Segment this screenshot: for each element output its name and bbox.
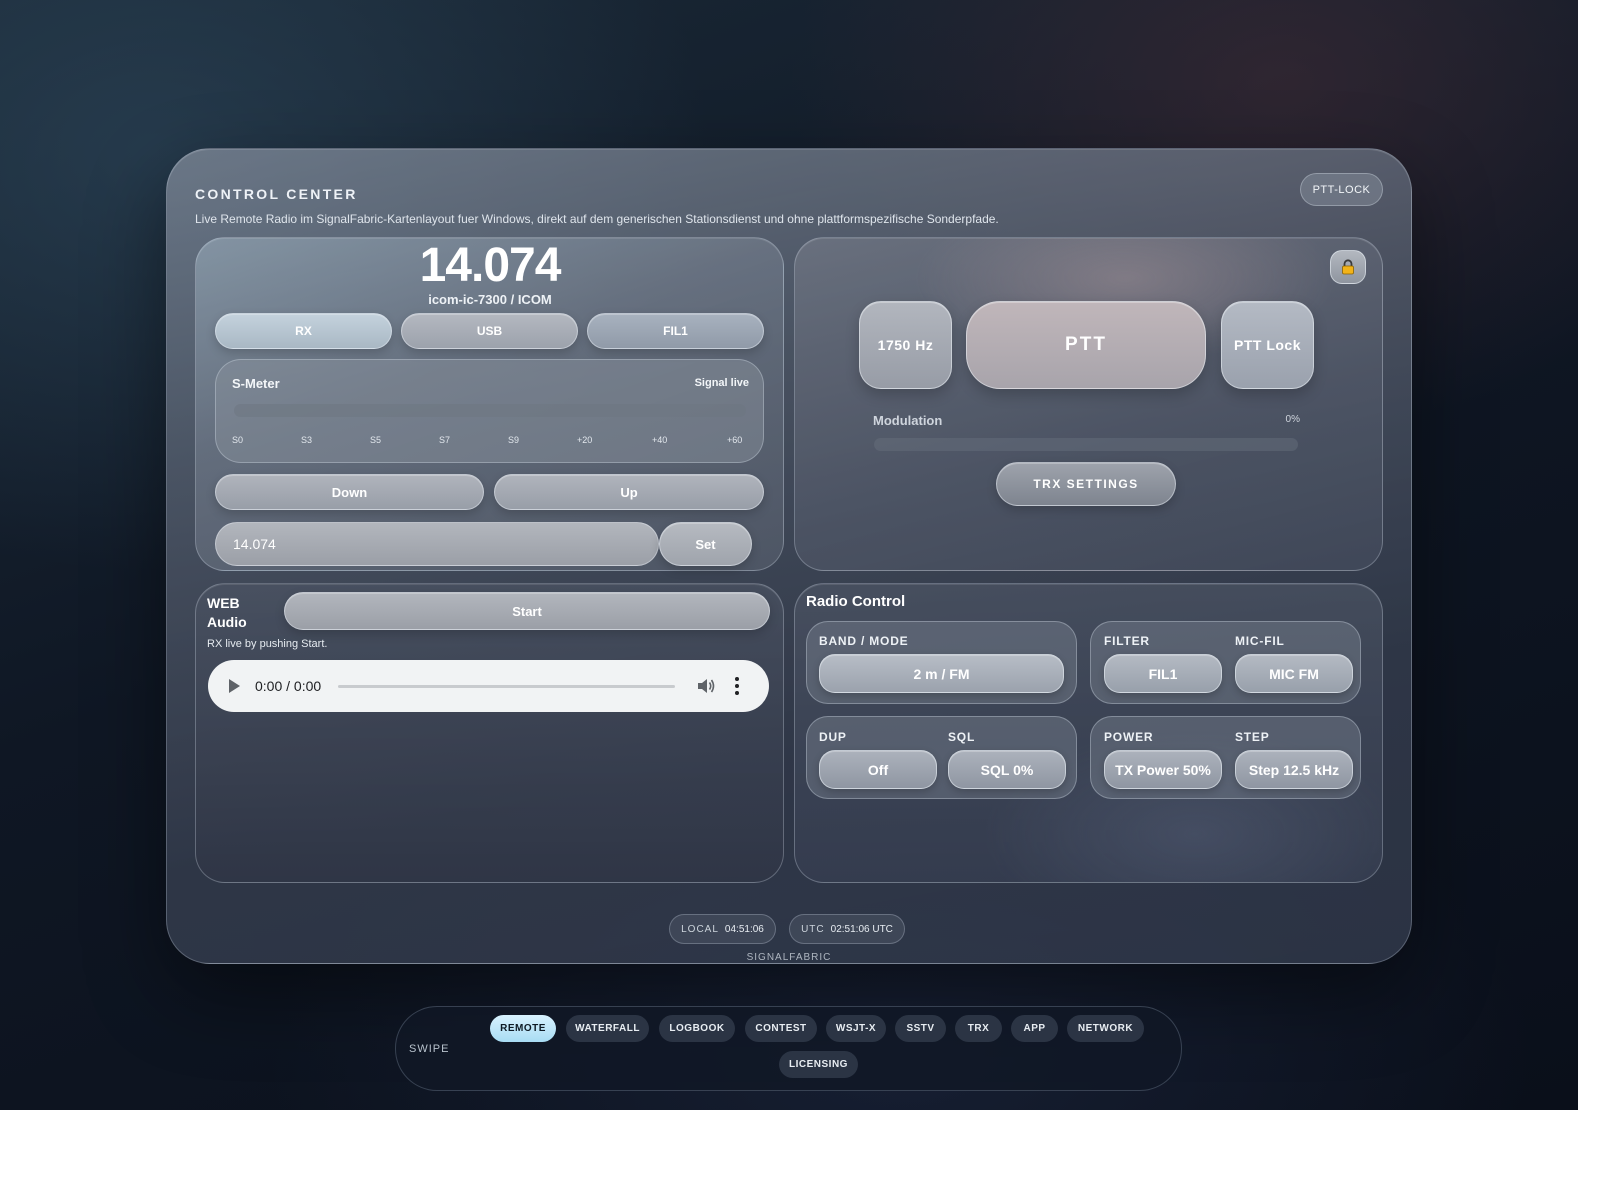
local-clock-time: 04:51:06 [724,923,764,935]
power-label: POWER [1104,730,1154,744]
sql-label: SQL [948,730,976,744]
frequency-input[interactable] [215,522,659,566]
s-meter-label: S-Meter [232,376,280,391]
audio-start-button[interactable]: Start [284,592,770,630]
local-clock-label: LOCAL [681,923,719,935]
audio-player: 0:00 / 0:00 [208,660,769,712]
more-options-icon[interactable] [735,676,739,696]
s-meter-status: Signal live [694,377,749,389]
lock-icon [1342,259,1354,275]
trx-settings-button[interactable]: TRX SETTINGS [996,462,1176,506]
s-meter-tick: S5 [370,435,382,445]
play-icon[interactable] [229,679,240,693]
s-meter-tick: S3 [301,435,313,445]
modulation-value: 0% [1285,414,1300,425]
nav-tab-trx[interactable]: TRX [955,1015,1002,1042]
band-mode-label: BAND / MODE [819,634,909,648]
sql-button[interactable]: SQL 0% [948,750,1066,789]
ptt-panel [794,237,1383,571]
step-label: STEP [1235,730,1270,744]
mic-fil-label: MIC-FIL [1235,634,1285,648]
mic-fil-button[interactable]: MIC FM [1235,654,1353,693]
ptt-button[interactable]: PTT [966,301,1206,389]
filter-fil1-button[interactable]: FIL1 [587,313,764,349]
nav-tab-licensing[interactable]: LICENSING [779,1051,858,1078]
rx-button[interactable]: RX [215,313,392,349]
s-meter-tick: +20 [577,435,593,445]
s-meter-tick: S7 [439,435,451,445]
brand-label: SIGNALFABRIC [746,952,832,963]
audio-note: RX live by pushing Start. [207,638,328,650]
ptt-lock-badge-button[interactable]: PTT-LOCK [1300,173,1383,206]
band-mode-button[interactable]: 2 m / FM [819,654,1064,693]
tune-up-button[interactable]: Up [494,474,764,510]
nav-tab-remote[interactable]: REMOTE [490,1015,556,1042]
step-button[interactable]: Step 12.5 kHz [1235,750,1353,789]
modulation-bar [874,438,1298,451]
s-meter-bar [234,404,746,417]
utc-clock: UTC 02:51:06 UTC [789,914,905,944]
nav-tab-network[interactable]: NETWORK [1067,1015,1144,1042]
nav-tab-wsjtx[interactable]: WSJT-X [826,1015,886,1042]
nav-tab-waterfall[interactable]: WATERFALL [566,1015,649,1042]
nav-tab-app[interactable]: APP [1011,1015,1058,1042]
s-meter-tick: S9 [508,435,520,445]
player-seek-bar[interactable] [338,685,675,688]
page-subtitle: Live Remote Radio im SignalFabric-Karten… [195,212,999,226]
filter-label: FILTER [1104,634,1150,648]
utc-clock-time: 02:51:06 UTC [830,923,893,935]
set-frequency-button[interactable]: Set [659,522,752,566]
swipe-label: SWIPE [409,1043,450,1055]
tune-down-button[interactable]: Down [215,474,484,510]
frequency-display: 14.074 [419,239,562,292]
s-meter-tick: +60 [727,435,743,445]
modulation-label: Modulation [873,413,943,428]
tone-1750-button[interactable]: 1750 Hz [859,301,952,389]
filter-button[interactable]: FIL1 [1104,654,1222,693]
lock-toggle-button[interactable] [1330,250,1366,284]
dup-label: DUP [819,730,847,744]
ptt-lock-button[interactable]: PTT Lock [1221,301,1314,389]
nav-tab-contest[interactable]: CONTEST [745,1015,817,1042]
volume-icon[interactable] [696,677,716,695]
dup-button[interactable]: Off [819,750,937,789]
mode-usb-button[interactable]: USB [401,313,578,349]
nav-tab-sstv[interactable]: SSTV [895,1015,946,1042]
device-label: icom-ic-7300 / ICOM [428,292,552,307]
radio-control-title: Radio Control [806,593,906,610]
player-time: 0:00 / 0:00 [255,678,322,694]
local-clock: LOCAL 04:51:06 [669,914,776,944]
utc-clock-label: UTC [801,923,825,935]
nav-tab-logbook[interactable]: LOGBOOK [659,1015,735,1042]
web-audio-title: WEB Audio [207,595,247,630]
s-meter-tick: S0 [232,435,244,445]
s-meter-tick: +40 [652,435,668,445]
page-title: CONTROL CENTER [195,186,358,202]
tx-power-button[interactable]: TX Power 50% [1104,750,1222,789]
